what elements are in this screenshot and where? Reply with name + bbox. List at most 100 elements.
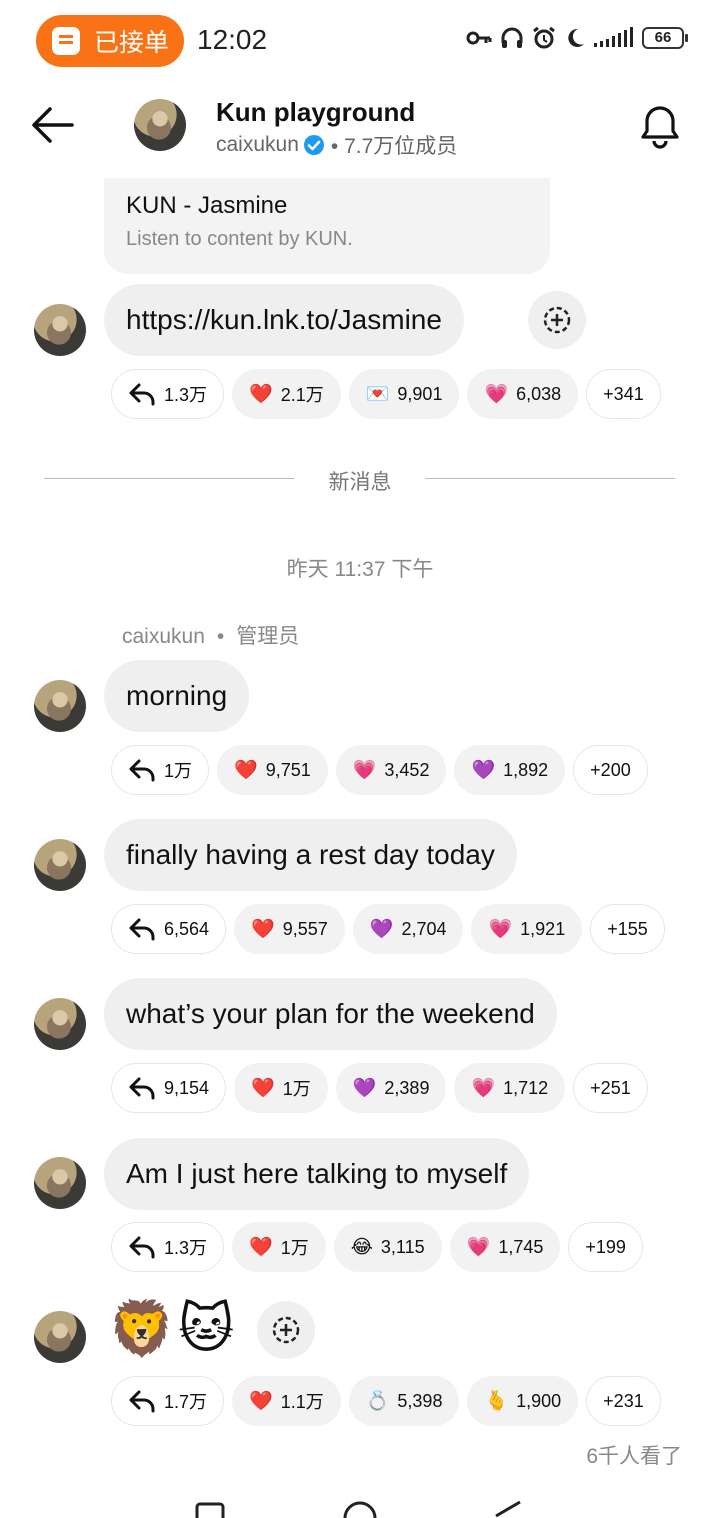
message-bubble[interactable]: morning <box>104 660 250 732</box>
more-reactions-button[interactable]: +200 <box>573 745 648 795</box>
reaction-count: 1.1万 <box>280 1392 324 1412</box>
pink-heart-icon: 💗 <box>352 759 377 781</box>
order-status-pill[interactable]: 已接单 <box>36 15 184 67</box>
reply-button[interactable]: 1万 <box>111 745 210 795</box>
more-reactions-button[interactable]: +251 <box>573 1063 648 1113</box>
new-messages-divider-label: 新消息 <box>328 471 392 494</box>
message-bubble[interactable]: Am I just here talking to myself <box>104 1138 530 1210</box>
reply-count: 1万 <box>164 761 193 781</box>
more-reactions-button[interactable]: +199 <box>568 1222 643 1272</box>
reaction-chip[interactable]: ❤️ 1.1万 <box>232 1376 341 1426</box>
reaction-chip[interactable]: 💜 2,389 <box>335 1063 447 1113</box>
add-reaction-icon <box>543 306 571 334</box>
message-bubble[interactable]: what’s your plan for the weekend <box>104 978 557 1050</box>
reaction-chip[interactable]: ❤️ 9,751 <box>217 745 328 795</box>
recents-icon <box>195 1502 225 1518</box>
channel-title[interactable]: Kun playground <box>216 97 415 128</box>
reply-icon <box>129 1236 155 1259</box>
key-icon <box>466 31 492 45</box>
reaction-row: 6,564 ❤️ 9,557 💜 2,704 💗 1,921 +155 <box>111 904 665 956</box>
reply-count: 1.3万 <box>164 1238 208 1258</box>
reaction-count: 1,921 <box>520 918 566 939</box>
message-bubble[interactable]: finally having a rest day today <box>104 819 517 891</box>
reaction-count: 2,704 <box>401 918 447 939</box>
reply-button[interactable]: 6,564 <box>111 904 227 954</box>
reaction-chip[interactable]: 💗 3,452 <box>335 745 447 795</box>
sender-avatar[interactable] <box>34 1157 86 1209</box>
link-preview-title: KUN - Jasmine <box>126 192 288 219</box>
reaction-chip[interactable]: 💗 1,745 <box>449 1222 561 1272</box>
sender-avatar[interactable] <box>34 998 86 1050</box>
separator-dot: • <box>216 625 225 648</box>
reaction-chip[interactable]: ❤️ 1万 <box>232 1222 326 1272</box>
red-heart-icon: ❤️ <box>249 1236 273 1258</box>
more-reactions-button[interactable]: +341 <box>586 369 661 419</box>
channel-subtitle: caixukun • 7.7万位成员 <box>216 130 457 160</box>
reaction-row: 1.7万 ❤️ 1.1万 💍 5,398 🫰 1,900 +231 <box>111 1376 661 1428</box>
reaction-chip[interactable]: ❤️ 9,557 <box>234 904 345 954</box>
reaction-chip[interactable]: 💜 2,704 <box>352 904 464 954</box>
reaction-chip[interactable]: 💜 1,892 <box>454 745 566 795</box>
reaction-count: 1,745 <box>498 1236 544 1257</box>
reaction-count: 1万 <box>280 1238 309 1258</box>
reply-button[interactable]: 1.7万 <box>111 1376 225 1426</box>
sender-avatar[interactable] <box>34 304 86 356</box>
pink-heart-icon: 💗 <box>471 1077 496 1099</box>
reaction-chip[interactable]: 😂 3,115 <box>333 1222 442 1272</box>
alarm-icon <box>533 26 555 49</box>
back-nav-icon <box>495 1500 521 1518</box>
back-arrow-icon[interactable] <box>30 105 74 145</box>
reaction-chip[interactable]: 💗 1,921 <box>471 904 583 954</box>
reaction-count: 3,115 <box>380 1236 425 1257</box>
reaction-chip[interactable]: ❤️ 1万 <box>234 1063 328 1113</box>
cat-emoji-icon[interactable]: 🐱 <box>178 1297 234 1361</box>
red-heart-icon: ❤️ <box>249 383 273 405</box>
reaction-row: 9,154 ❤️ 1万 💜 2,389 💗 1,712 +251 <box>111 1063 648 1115</box>
date-separator: 昨天 11:37 下午 <box>286 558 434 581</box>
reply-icon <box>129 918 155 941</box>
sender-avatar[interactable] <box>34 680 86 732</box>
reaction-chip[interactable]: 💗 1,712 <box>454 1063 566 1113</box>
reply-count: 6,564 <box>164 918 210 939</box>
red-heart-icon: ❤️ <box>249 1390 273 1412</box>
bell-icon[interactable] <box>639 104 681 150</box>
reply-button[interactable]: 1.3万 <box>111 369 225 419</box>
reaction-chip[interactable]: ❤️ 2.1万 <box>232 369 341 419</box>
channel-avatar[interactable] <box>134 99 186 151</box>
sender-avatar[interactable] <box>34 1311 86 1363</box>
sender-avatar[interactable] <box>34 839 86 891</box>
reaction-count: 2.1万 <box>280 385 324 405</box>
link-preview-card[interactable]: KUN - Jasmine Listen to content by KUN. <box>104 178 550 274</box>
reaction-chip[interactable]: 💗 6,038 <box>467 369 579 419</box>
add-reaction-button[interactable] <box>257 1301 315 1359</box>
purple-heart-icon: 💜 <box>471 759 496 781</box>
reply-button[interactable]: 9,154 <box>111 1063 227 1113</box>
member-count: • 7.7万位成员 <box>330 135 458 158</box>
reply-icon <box>129 759 155 782</box>
reply-icon <box>129 383 155 406</box>
reaction-count: 1万 <box>282 1079 311 1099</box>
reply-icon <box>129 1390 155 1413</box>
note-icon <box>52 27 80 55</box>
reply-button[interactable]: 1.3万 <box>111 1222 225 1272</box>
system-navbar <box>195 1500 521 1518</box>
more-reactions-button[interactable]: +231 <box>586 1376 661 1426</box>
more-reactions-button[interactable]: +155 <box>590 904 665 954</box>
reaction-chip[interactable]: 💍 5,398 <box>348 1376 460 1426</box>
reply-count: 1.7万 <box>164 1392 208 1412</box>
verified-badge-icon <box>303 135 324 155</box>
reply-icon <box>129 1077 155 1100</box>
add-reaction-button[interactable] <box>528 291 586 349</box>
status-icons: 66 <box>466 26 688 50</box>
sender-role: 管理员 <box>236 625 300 648</box>
reaction-row: 1.3万 ❤️ 2.1万 💌 9,901 💗 6,038 +341 <box>111 369 661 421</box>
red-heart-icon: ❤️ <box>234 759 258 781</box>
reaction-count: 1,900 <box>516 1390 562 1411</box>
message-bubble[interactable]: https://kun.lnk.to/Jasmine <box>104 284 464 356</box>
channel-owner: caixukun <box>216 133 299 156</box>
reaction-chip[interactable]: 💌 9,901 <box>348 369 460 419</box>
lion-emoji-icon[interactable]: 🦁 <box>108 1297 175 1361</box>
reaction-chip[interactable]: 🫰 1,900 <box>467 1376 579 1426</box>
ring-icon: 💍 <box>365 1390 390 1412</box>
reaction-count: 5,398 <box>397 1390 443 1411</box>
